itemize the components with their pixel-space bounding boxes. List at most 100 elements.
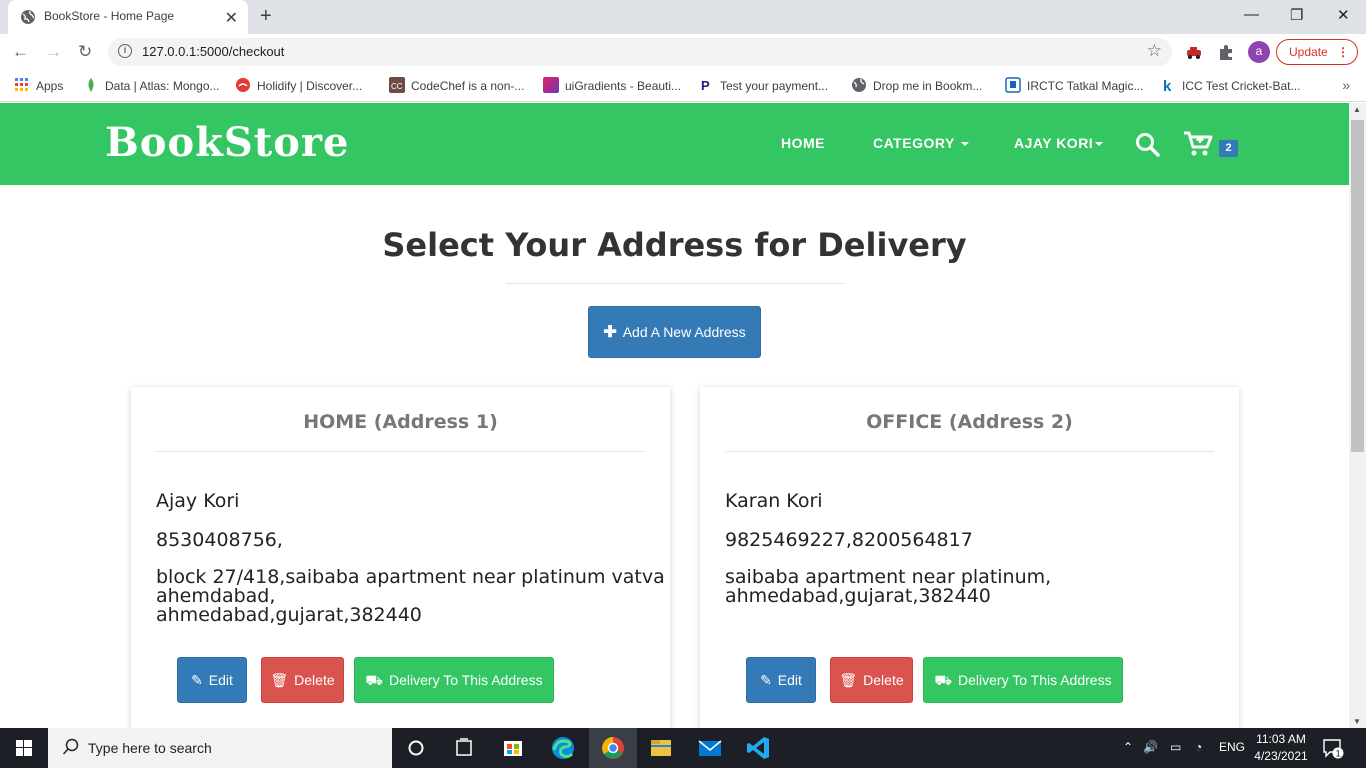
scroll-up-icon[interactable]: ▲	[1353, 105, 1361, 114]
address-line: ahmedabad,gujarat,382440	[156, 604, 422, 626]
speaker-icon[interactable]: 🔊	[1143, 740, 1158, 754]
bookmark-payment[interactable]: P Test your payment...	[698, 77, 828, 95]
page-scrollbar[interactable]: ▲ ▼	[1349, 103, 1366, 728]
icc-k-icon: k	[1163, 78, 1172, 93]
address-bar[interactable]: i 127.0.0.1:5000/checkout ☆	[108, 38, 1172, 66]
caret-down-icon	[1095, 142, 1104, 146]
deliver-to-address-button[interactable]: ⛟ Delivery To This Address	[354, 657, 554, 703]
taskbar-search-box[interactable]: Type here to search	[48, 728, 392, 768]
minimize-icon[interactable]: —	[1244, 6, 1259, 23]
cortana-icon[interactable]	[392, 728, 440, 768]
window-close-icon[interactable]: ✕	[1337, 6, 1350, 24]
chrome-icon[interactable]	[589, 728, 637, 768]
trash-icon: 🗑	[270, 672, 289, 688]
nav-user[interactable]: AJAY KORI	[1014, 135, 1104, 151]
store-icon[interactable]	[489, 728, 537, 768]
bookmarks-bar: Apps Data | Atlas: Mongo... Holidify | D…	[0, 70, 1366, 102]
tab-close-icon[interactable]: ✕	[225, 8, 238, 28]
taskbar-clock[interactable]: 11:03 AM 4/23/2021	[1250, 731, 1312, 765]
extension-car-icon[interactable]	[1185, 43, 1203, 61]
windows-start-icon[interactable]	[0, 728, 48, 768]
address-card-heading: HOME (Address 1)	[303, 411, 498, 433]
nav-category-label: CATEGORY	[873, 135, 955, 151]
deliver-label: Delivery To This Address	[389, 672, 543, 688]
bookmark-label: uiGradients - Beauti...	[565, 79, 682, 93]
add-new-address-button[interactable]: ✚ Add A New Address	[588, 306, 761, 358]
svg-text:k: k	[1163, 78, 1172, 93]
address-line: ahmedabad,gujarat,382440	[725, 585, 991, 607]
browser-toolbar: ← → ↻ i 127.0.0.1:5000/checkout ☆ a Upda…	[0, 34, 1366, 70]
forward-icon[interactable]: →	[45, 42, 62, 62]
profile-avatar[interactable]: a	[1248, 41, 1270, 63]
bookmark-dropme[interactable]: Drop me in Bookm...	[851, 77, 982, 95]
site-info-icon[interactable]: i	[118, 44, 132, 58]
bookmark-icc[interactable]: k ICC Test Cricket-Bat...	[1160, 77, 1300, 95]
deliver-to-address-button[interactable]: ⛟ Delivery To This Address	[923, 657, 1123, 703]
edit-button[interactable]: ✎ Edit	[746, 657, 816, 703]
edit-button[interactable]: ✎ Edit	[177, 657, 247, 703]
holidify-icon	[236, 78, 250, 92]
address-name: Ajay Kori	[156, 490, 240, 512]
reload-icon[interactable]: ↻	[78, 42, 92, 62]
bookmark-apps[interactable]: Apps	[14, 77, 63, 95]
cart-icon[interactable]	[1183, 130, 1213, 158]
bookmarks-overflow-icon[interactable]: »	[1342, 77, 1350, 93]
task-view-icon[interactable]	[440, 728, 488, 768]
nav-category[interactable]: CATEGORY	[873, 135, 969, 151]
bookmark-label: IRCTC Tatkal Magic...	[1027, 79, 1144, 93]
battery-icon[interactable]: ▭	[1170, 740, 1181, 754]
edge-icon[interactable]	[539, 728, 587, 768]
notification-icon[interactable]: 1	[1322, 737, 1344, 759]
address-phone: 9825469227,8200564817	[725, 529, 973, 551]
bookmark-label: Data | Atlas: Mongo...	[105, 79, 220, 93]
scroll-down-icon[interactable]: ▼	[1353, 717, 1361, 726]
browser-tab-strip: BookStore - Home Page ✕ + — ❐ ✕	[0, 0, 1366, 34]
uigradients-icon	[543, 77, 559, 93]
tab-title: BookStore - Home Page	[44, 9, 175, 23]
delete-button[interactable]: 🗑 Delete	[261, 657, 344, 703]
search-icon[interactable]	[1135, 132, 1161, 158]
browser-tab[interactable]: BookStore - Home Page ✕	[8, 0, 248, 34]
nav-user-label: AJAY KORI	[1014, 135, 1094, 151]
bookmark-uigradients[interactable]: uiGradients - Beauti...	[543, 77, 681, 95]
scrollbar-thumb[interactable]	[1351, 120, 1364, 452]
bookmark-star-icon[interactable]: ☆	[1147, 41, 1162, 61]
trash-icon: 🗑	[839, 672, 858, 688]
wifi-icon[interactable]: ◔	[1195, 740, 1202, 754]
restore-icon[interactable]: ❐	[1290, 6, 1303, 24]
cart-count-badge: 2	[1219, 140, 1238, 157]
taskbar-search-placeholder: Type here to search	[88, 740, 212, 756]
edit-icon: ✎	[191, 672, 203, 688]
mail-icon[interactable]	[686, 728, 734, 768]
language-indicator[interactable]: ENG	[1219, 740, 1245, 754]
url-text[interactable]: 127.0.0.1:5000/checkout	[142, 44, 284, 59]
bookmark-irctc[interactable]: IRCTC Tatkal Magic...	[1005, 77, 1143, 95]
vscode-icon[interactable]	[735, 728, 783, 768]
address-text: saibaba apartment near platinum, ahmedab…	[725, 568, 1205, 606]
address-card-office: OFFICE (Address 2) Karan Kori 9825469227…	[700, 387, 1239, 728]
codechef-icon: CC	[389, 77, 405, 93]
site-navbar: BookStore HOME CATEGORY AJAY KORI 2	[0, 103, 1349, 185]
address-phone: 8530408756,	[156, 529, 283, 551]
bookmark-label: Drop me in Bookm...	[873, 79, 983, 93]
edit-label: Edit	[208, 672, 233, 688]
address-card-heading: OFFICE (Address 2)	[866, 411, 1073, 433]
new-tab-icon[interactable]: +	[260, 5, 272, 28]
nav-home[interactable]: HOME	[781, 135, 825, 151]
delete-button[interactable]: 🗑 Delete	[830, 657, 913, 703]
bookmark-holidify[interactable]: Holidify | Discover...	[235, 77, 362, 95]
back-icon[interactable]: ←	[12, 42, 29, 62]
menu-dots-icon: ⋮	[1337, 45, 1349, 59]
bookmark-atlas[interactable]: Data | Atlas: Mongo...	[83, 77, 220, 95]
file-explorer-icon[interactable]	[637, 728, 685, 768]
update-button[interactable]: Update ⋮	[1276, 39, 1358, 65]
extensions-puzzle-icon[interactable]	[1217, 43, 1235, 61]
tray-overflow-icon[interactable]: ⌃	[1123, 740, 1133, 754]
bookmark-codechef[interactable]: CC CodeChef is a non-...	[389, 77, 524, 95]
globe-icon	[21, 10, 35, 24]
brand-logo[interactable]: BookStore	[105, 119, 349, 166]
plus-icon: ✚	[603, 324, 617, 341]
truck-icon: ⛟	[934, 672, 953, 688]
svg-text:CC: CC	[391, 82, 403, 91]
edit-label: Edit	[777, 672, 802, 688]
